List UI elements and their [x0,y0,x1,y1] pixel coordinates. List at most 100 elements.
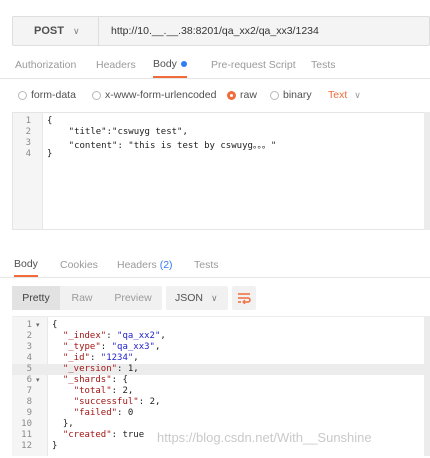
json-line: "_shards": { [52,375,128,385]
json-punct: , [160,331,166,341]
json-line: "created": true [52,430,144,440]
url-bar: POST ∨ http://10.__.__.38:8201/qa_xx2/qa… [12,16,430,46]
fold-toggle-icon[interactable]: ▾ [36,321,40,329]
json-line: }, [52,419,74,429]
json-value: }, [62,419,74,429]
line-number: 2 [25,127,31,137]
radio-circle-icon [270,90,279,100]
json-punct: , [133,353,139,363]
line-number: 4 [25,149,31,159]
request-scrollbar[interactable] [424,112,430,230]
json-value: true [122,430,145,440]
chevron-down-icon: ∨ [354,89,361,100]
line-number: 10 [21,419,32,429]
tab-headers[interactable]: Headers [96,52,136,78]
json-line: "_version": 1, [52,364,139,374]
watermark: https://blog.csdn.net/With__Sunshine [157,430,372,445]
method-selector[interactable]: POST ∨ [13,17,99,45]
json-key: "successful" [73,397,139,407]
json-value: { [52,320,58,330]
format-dropdown[interactable]: JSON ∨ [166,286,228,310]
line-number: 9 [26,408,32,418]
content-type-dropdown[interactable]: Text ∨ [328,89,361,101]
radio-circle-icon [92,90,101,100]
tab-authorization[interactable]: Authorization [15,52,76,78]
request-body-editor[interactable]: 1 2 3 4 { "title":"cswuyg test", "conten… [12,112,430,230]
view-raw-button[interactable]: Raw [60,286,104,310]
tab-body[interactable]: Body [153,52,187,78]
modified-dot-icon [180,61,187,67]
json-line: { [52,320,57,330]
wrap-icon [238,293,251,304]
code-line: { [47,116,53,126]
chevron-down-icon: ∨ [211,292,218,303]
tab-response-headers[interactable]: Headers (2) [117,252,173,277]
json-key: "failed" [73,408,118,418]
radio-binary[interactable]: binary [270,89,312,101]
url-input[interactable]: http://10.__.__.38:8201/qa_xx2/qa_xx3/12… [99,17,429,45]
radio-raw[interactable]: raw [227,89,257,101]
json-line: } [52,441,57,451]
json-line: "_type": "qa_xx3", [52,342,161,352]
view-preview-button[interactable]: Preview [104,286,162,310]
json-line: "failed": 0 [52,408,134,418]
tab-pre-request-script[interactable]: Pre-request Script [211,52,296,78]
view-mode-group: Pretty Raw Preview [12,286,162,310]
code-line: "title":"cswuyg test", [47,127,188,137]
line-number: 2 [26,331,32,341]
json-key: "_index" [62,331,107,341]
json-value: "1234" [100,353,134,363]
json-punct: , [133,364,139,374]
json-key: "_id" [62,353,90,363]
line-number: 8 [26,397,32,407]
line-number: 3 [26,342,32,352]
json-value: "qa_xx2" [117,331,161,341]
headers-count-badge: (2) [159,258,173,271]
json-value: { [122,375,128,385]
json-key: "created" [62,430,112,440]
radio-circle-icon [18,90,27,100]
json-key: "_type" [62,342,101,352]
line-number: 11 [21,430,32,440]
radio-form-data[interactable]: form-data [18,89,76,101]
radio-x-www-form-urlencoded[interactable]: x-www-form-urlencoded [92,89,216,101]
wrap-lines-button[interactable] [232,286,256,310]
chevron-down-icon: ∨ [72,25,80,36]
response-toolbar: Pretty Raw Preview JSON ∨ [12,286,430,312]
method-label: POST [34,25,64,37]
json-line: "_index": "qa_xx2", [52,331,166,341]
fold-toggle-icon[interactable]: ▾ [36,376,40,384]
line-number: 1 [25,116,31,126]
code-line: } [47,149,53,159]
json-punct: , [154,342,161,352]
response-tabs: Body Cookies Headers (2) Tests [0,252,430,278]
json-key: "total" [73,386,112,396]
json-punct: , [127,386,134,396]
json-line: "_id": "1234", [52,353,139,363]
view-pretty-button[interactable]: Pretty [12,286,60,310]
line-number: 4 [26,353,32,363]
line-number: 7 [26,386,32,396]
json-line: "successful": 2, [52,397,161,407]
tab-response-tests[interactable]: Tests [194,252,219,277]
json-value: } [52,441,58,451]
request-tabs: Authorization Headers Body Pre-request S… [0,52,430,79]
tab-tests[interactable]: Tests [311,52,336,78]
tab-cookies[interactable]: Cookies [60,252,98,277]
json-line: "total": 2, [52,386,134,396]
radio-selected-icon [227,90,236,100]
json-key: "_shards" [62,375,112,385]
json-punct: , [154,397,161,407]
json-value: 0 [127,408,134,418]
response-scrollbar[interactable] [424,316,430,456]
tab-response-body[interactable]: Body [14,252,38,277]
